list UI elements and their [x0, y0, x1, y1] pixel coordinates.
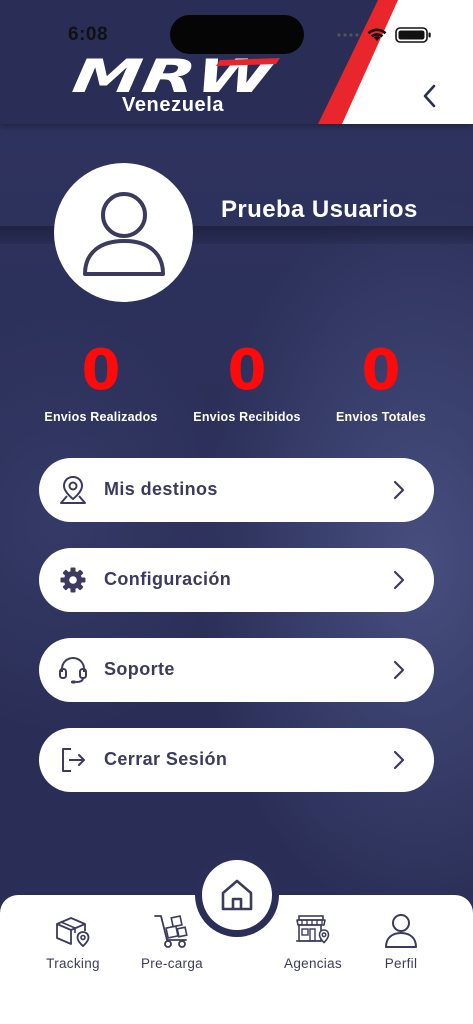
nav-item-label: Perfil [384, 956, 418, 971]
back-button[interactable] [414, 80, 446, 112]
user-icon [385, 914, 417, 948]
status-time: 6:08 [68, 24, 109, 45]
nav-item-agencias[interactable]: Agencias [268, 912, 358, 971]
brand-subtitle: Venezuela [122, 94, 225, 116]
home-button[interactable] [202, 860, 272, 930]
gear-icon [57, 564, 89, 596]
nav-item-tracking[interactable]: Tracking [28, 912, 118, 971]
nav-item-label: Agencias [284, 956, 342, 971]
menu-item-soporte[interactable]: Soporte [39, 638, 434, 702]
stat-label: Envios Realizados [44, 410, 158, 424]
chevron-left-icon [423, 84, 436, 108]
nav-item-label: Tracking [46, 956, 100, 971]
profile-name: Prueba Usuarios [221, 196, 418, 223]
dynamic-island [170, 15, 304, 54]
chevron-right-icon [393, 660, 405, 680]
logout-icon [57, 744, 89, 776]
package-location-icon [56, 917, 90, 948]
chevron-right-icon [393, 570, 405, 590]
stat-value: 0 [81, 338, 121, 403]
chevron-right-icon [393, 750, 405, 770]
nav-item-perfil[interactable]: Perfil [356, 912, 446, 971]
battery-icon [395, 27, 431, 43]
location-pin-icon [57, 474, 89, 506]
menu-item-cerrar-sesion[interactable]: Cerrar Sesión [39, 728, 434, 792]
menu-item-label: Mis destinos [104, 479, 218, 499]
stat-envios-totales: 0 Envios Totales [306, 338, 456, 424]
stat-label: Envios Recibidos [193, 410, 301, 424]
menu-item-mis-destinos[interactable]: Mis destinos [39, 458, 434, 522]
store-location-icon [296, 915, 330, 944]
brand-logo: MRW [70, 54, 280, 98]
home-icon [221, 879, 253, 911]
avatar [54, 163, 193, 302]
chevron-right-icon [393, 480, 405, 500]
hand-truck-icon [154, 915, 188, 948]
menu-item-label: Soporte [104, 659, 175, 679]
signal-icon [337, 33, 359, 37]
menu-item-label: Cerrar Sesión [104, 749, 228, 769]
menu-item-configuracion[interactable]: Configuración [39, 548, 434, 612]
menu-item-label: Configuración [104, 569, 232, 589]
stat-value: 0 [361, 338, 401, 403]
wifi-icon [367, 28, 387, 41]
status-indicators [337, 27, 431, 43]
user-icon [82, 191, 165, 276]
nav-item-label: Pre-carga [141, 956, 203, 971]
headset-icon [57, 654, 89, 686]
stat-envios-realizados: 0 Envios Realizados [26, 338, 176, 424]
stat-envios-recibidos: 0 Envios Recibidos [172, 338, 322, 424]
stat-label: Envios Totales [335, 410, 427, 424]
stat-value: 0 [227, 338, 267, 403]
